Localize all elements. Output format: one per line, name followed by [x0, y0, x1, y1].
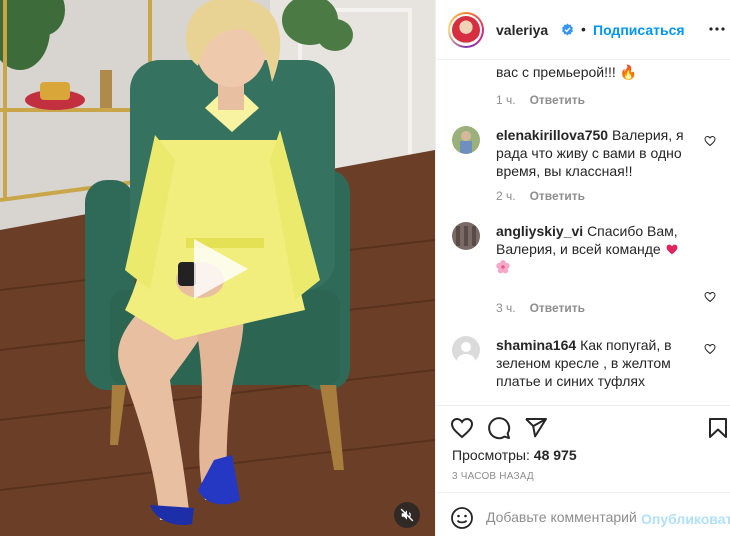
paper-plane-icon[interactable] — [524, 416, 548, 440]
reply-button[interactable]: Ответить — [530, 93, 585, 107]
reply-button[interactable]: Ответить — [530, 301, 585, 315]
author-username[interactable]: valeriya — [496, 22, 548, 38]
views-label: Просмотры: — [452, 447, 530, 463]
more-options-icon[interactable] — [709, 20, 725, 38]
comment-body: angliyskiy_vi Спасибо Вам, Валерия, и вс… — [496, 222, 696, 276]
header-separator: • — [581, 21, 586, 37]
add-comment-bar: Опубликовать — [436, 492, 730, 536]
comment-username[interactable]: shamina164 — [496, 337, 576, 353]
comment-time: 1 ч. — [496, 93, 516, 107]
commenter-avatar[interactable] — [452, 126, 480, 154]
author-avatar-ring — [450, 14, 482, 46]
play-button[interactable] — [186, 237, 250, 301]
mute-toggle-button[interactable] — [394, 502, 420, 528]
post-header: valeriya • Подписаться — [436, 0, 730, 60]
default-avatar-icon — [452, 336, 480, 364]
post-actions — [436, 406, 730, 450]
comment-input[interactable] — [486, 507, 636, 527]
cherry-blossom-emoji-icon — [496, 260, 510, 274]
video-player[interactable] — [0, 0, 435, 536]
publish-button[interactable]: Опубликовать — [641, 511, 730, 527]
comment-like-heart-icon[interactable] — [704, 343, 716, 355]
author-avatar-image — [452, 16, 480, 44]
comment-username[interactable]: elenakirillova750 — [496, 127, 608, 143]
avatar-image — [452, 222, 480, 250]
red-heart-emoji-icon — [666, 244, 678, 255]
reply-button[interactable]: Ответить — [530, 189, 585, 203]
comment-text: вас с премьерой!!! 🔥 — [496, 64, 638, 80]
post-sidebar: valeriya • Подписаться вас с премьерой!!… — [435, 0, 730, 536]
comment-time: 3 ч. — [496, 301, 516, 315]
verified-badge-icon — [562, 23, 573, 36]
smiley-icon[interactable] — [450, 506, 474, 530]
comment-username[interactable]: angliyskiy_vi — [496, 223, 583, 239]
speaker-muted-icon — [400, 508, 414, 522]
commenter-avatar[interactable] — [452, 222, 480, 250]
comments-list[interactable]: вас с премьерой!!! 🔥 1 ч. Ответить elenak… — [436, 60, 730, 406]
comment-icon[interactable] — [487, 416, 511, 440]
comment-time: 2 ч. — [496, 189, 516, 203]
author-avatar[interactable] — [448, 12, 484, 48]
bookmark-icon[interactable] — [706, 416, 730, 440]
avatar-image — [452, 126, 480, 154]
commenter-avatar[interactable] — [452, 336, 480, 364]
views-count[interactable]: Просмотры: 48 975 — [452, 447, 577, 463]
comment-meta: 3 ч. Ответить — [496, 301, 585, 315]
heart-icon[interactable] — [450, 416, 474, 440]
post-timestamp[interactable]: 3 часов назад — [452, 471, 534, 482]
comment-meta: 2 ч. Ответить — [496, 189, 585, 203]
views-value: 48 975 — [533, 447, 577, 463]
comment-like-heart-icon[interactable] — [704, 135, 716, 147]
comment-like-heart-icon[interactable] — [704, 291, 716, 303]
play-icon — [194, 239, 248, 299]
comment-meta: 1 ч. Ответить — [496, 93, 585, 107]
comment-body: shamina164 Как попугай, в зеленом кресле… — [496, 336, 696, 390]
follow-button[interactable]: Подписаться — [593, 22, 685, 38]
comment-body: elenakirillova750 Валерия, я рада что жи… — [496, 126, 696, 180]
